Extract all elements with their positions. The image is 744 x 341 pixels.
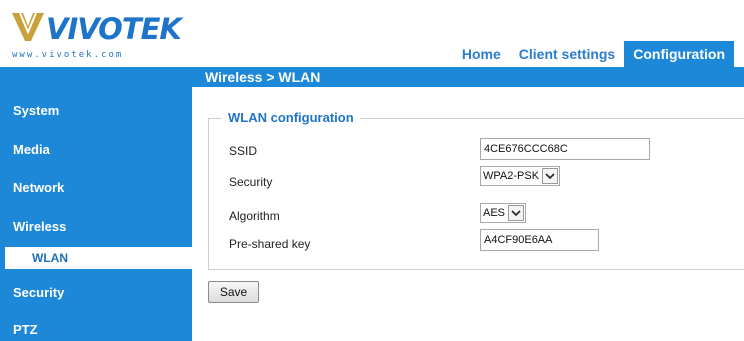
sidebar-item-media[interactable]: Media — [0, 142, 192, 157]
sidebar-item-system[interactable]: System — [0, 103, 192, 118]
algorithm-value: AES — [483, 207, 506, 219]
sidebar: System Media Network Wireless WLAN Secur… — [0, 87, 192, 341]
algorithm-select[interactable]: AES — [480, 203, 527, 223]
chevron-down-icon — [508, 205, 525, 221]
chevron-down-icon — [542, 168, 559, 184]
top-nav-tabs: Home Client settings Configuration — [453, 41, 734, 67]
logo-mark-icon — [12, 12, 44, 41]
page-title: Wireless > WLAN — [192, 67, 744, 87]
ssid-input[interactable]: 4CE676CCC68C — [480, 138, 650, 160]
security-select[interactable]: WPA2-PSK — [480, 166, 561, 186]
security-value: WPA2-PSK — [483, 170, 540, 182]
ssid-label: SSID — [229, 144, 258, 158]
vivotek-logo[interactable]: VIVOTEK www.vivotek.com — [10, 10, 182, 60]
title-strip-left — [0, 67, 192, 87]
tab-client-settings[interactable]: Client settings — [510, 41, 624, 67]
save-button[interactable]: Save — [208, 281, 259, 303]
tab-home[interactable]: Home — [453, 41, 510, 67]
brand-url: www.vivotek.com — [12, 50, 124, 60]
algorithm-label: Algorithm — [229, 209, 280, 223]
security-label: Security — [229, 175, 273, 189]
psk-input[interactable]: A4CF90E6AA — [480, 229, 599, 251]
sidebar-item-security[interactable]: Security — [0, 285, 192, 300]
sidebar-item-network[interactable]: Network — [0, 180, 192, 195]
tab-configuration[interactable]: Configuration — [624, 41, 734, 67]
sidebar-item-wlan[interactable]: WLAN — [5, 247, 192, 269]
wlan-config-title: WLAN configuration — [222, 110, 360, 126]
psk-label: Pre-shared key — [229, 237, 311, 251]
sidebar-item-ptz[interactable]: PTZ — [0, 322, 192, 337]
brand-name: VIVOTEK — [46, 12, 182, 46]
sidebar-item-wireless[interactable]: Wireless — [0, 219, 192, 234]
